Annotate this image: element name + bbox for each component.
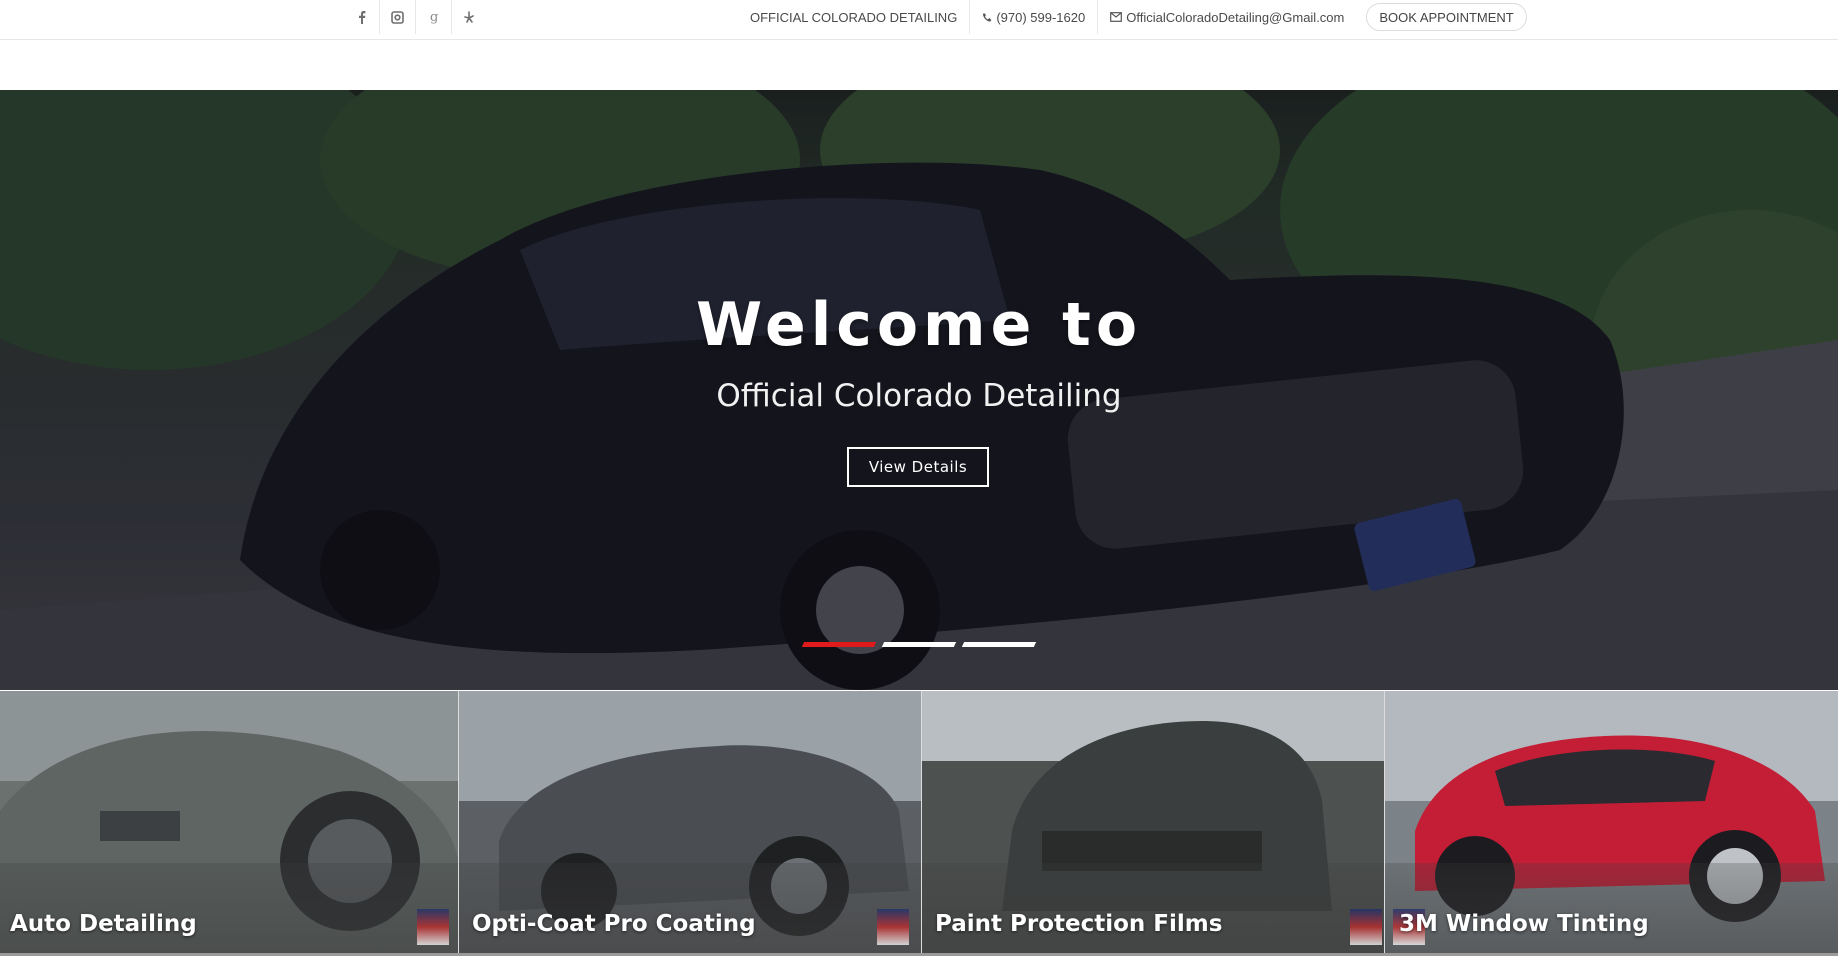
service-tile-paint-protection[interactable]: Paint Protection Films <box>922 691 1385 953</box>
instagram-icon[interactable] <box>380 0 416 34</box>
slide-dot-3[interactable] <box>961 642 1037 647</box>
business-name: OFFICIAL COLORADO DETAILING <box>738 0 971 34</box>
social-links: g <box>344 0 488 34</box>
service-label: 3M Window Tinting <box>1399 911 1649 937</box>
view-details-button[interactable]: View Details <box>847 447 989 487</box>
contact-info: OFFICIAL COLORADO DETAILING (970) 599-16… <box>738 0 1527 34</box>
envelope-icon <box>1110 12 1123 22</box>
phone-number: (970) 599-1620 <box>996 9 1086 25</box>
brand-logo-icon <box>417 909 449 945</box>
svg-text:g: g <box>430 10 438 24</box>
tile-shade <box>459 863 921 953</box>
service-tile-opti-coat[interactable]: Opti-Coat Pro Coating <box>459 691 922 953</box>
slider-pagination <box>0 642 1838 647</box>
email-address: OfficialColoradoDetailing@Gmail.com <box>1126 9 1345 25</box>
nav-strip <box>0 40 1838 89</box>
service-tiles: Auto Detailing Opti-Coat Pro Coating Pai… <box>0 691 1838 953</box>
service-label: Paint Protection Films <box>935 911 1223 937</box>
hero-title: Welcome to <box>695 290 1143 360</box>
google-plus-icon[interactable]: g <box>416 0 452 34</box>
slide-dot-1[interactable] <box>801 642 877 647</box>
email-link[interactable]: OfficialColoradoDetailing@Gmail.com <box>1098 0 1356 34</box>
hero-subtitle: Official Colorado Detailing <box>716 378 1122 414</box>
tile-shade <box>922 863 1384 953</box>
brand-logo-icon <box>1350 909 1382 945</box>
hero-slider: Welcome to Official Colorado Detailing V… <box>0 90 1838 690</box>
yelp-icon[interactable] <box>452 0 488 34</box>
book-appointment-button[interactable]: BOOK APPOINTMENT <box>1366 3 1527 31</box>
service-tile-auto-detailing[interactable]: Auto Detailing <box>0 691 459 953</box>
top-bar: g OFFICIAL COLORADO DETAILING (970) 599-… <box>0 0 1838 40</box>
service-label: Auto Detailing <box>10 911 197 937</box>
phone-link[interactable]: (970) 599-1620 <box>970 0 1099 34</box>
phone-icon <box>983 12 992 22</box>
service-label: Opti-Coat Pro Coating <box>472 911 756 937</box>
facebook-icon[interactable] <box>344 0 380 34</box>
service-tile-window-tinting[interactable]: 3M Window Tinting <box>1385 691 1838 953</box>
tile-shade <box>1385 863 1838 953</box>
tile-shade <box>0 863 458 953</box>
slide-dot-2[interactable] <box>881 642 957 647</box>
brand-logo-icon <box>877 909 909 945</box>
